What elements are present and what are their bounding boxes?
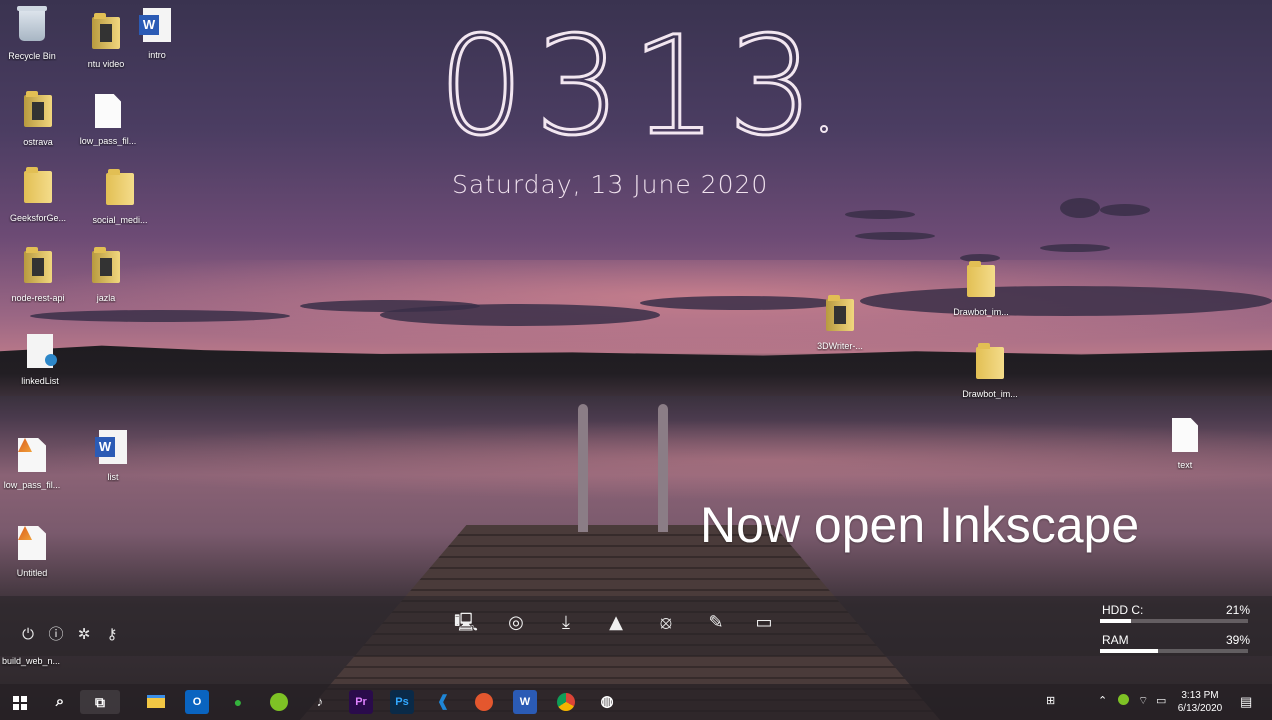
download-icon[interactable]: ⤓ <box>554 611 578 635</box>
search-icon[interactable]: ⌕ <box>48 690 72 714</box>
tray-app-icon[interactable] <box>1118 694 1129 710</box>
desktop-icon-low-pass-file[interactable]: low_pass_fil... <box>66 92 150 146</box>
task-view-icon[interactable]: ⧉ <box>80 690 120 714</box>
folder-icon <box>967 261 995 297</box>
camera-icon[interactable]: ⦻ <box>654 611 678 635</box>
cloud <box>860 286 1272 316</box>
notepad-icon[interactable]: ✎ <box>704 611 728 635</box>
text-file-icon <box>1172 418 1198 452</box>
chrome-icon[interactable]: ◎ <box>504 611 528 635</box>
media-app-icon[interactable]: ♪ <box>308 690 332 714</box>
clock-seconds-dot <box>820 125 828 133</box>
my-computer-icon[interactable]: 🖳 <box>454 611 478 635</box>
folder-icon <box>24 167 52 203</box>
cloud <box>855 232 935 240</box>
clock-date: Saturday, 13 June 2020 <box>452 170 769 199</box>
ram-stat: RAM 39% <box>1100 633 1252 663</box>
desktop-icon-3dwriter[interactable]: 3DWriter-... <box>798 295 882 351</box>
word-icon[interactable]: W <box>513 690 537 714</box>
outlook-icon[interactable]: O <box>185 690 209 714</box>
ram-value: 39% <box>1225 633 1250 647</box>
green-app-icon[interactable] <box>267 690 291 714</box>
desktop-icon-recycle-bin[interactable]: Recycle Bin <box>0 6 74 61</box>
hdd-value: 21% <box>1225 603 1250 617</box>
system-stats: HDD C: 21% RAM 39% <box>1100 603 1252 663</box>
cloud <box>1060 198 1100 218</box>
cloud <box>30 310 290 322</box>
notifications-icon[interactable]: ▤ <box>1240 694 1252 710</box>
desktop-icon-drawbot-1[interactable]: Drawbot_im... <box>939 261 1023 317</box>
input-method-icon[interactable]: ⊞ <box>1046 694 1055 710</box>
desktop-icon-drawbot-2[interactable]: Drawbot_im... <box>948 343 1032 399</box>
cloud <box>1100 204 1150 216</box>
cloud <box>1040 244 1110 252</box>
vlc-icon[interactable]: ▲ <box>604 611 628 635</box>
desktop-icon-text[interactable]: text <box>1143 416 1227 470</box>
desktop-icon-list[interactable]: W list <box>71 428 155 482</box>
pier-ladder-left <box>578 404 588 532</box>
photoshop-icon[interactable]: Ps <box>390 690 414 714</box>
hdd-bar-track <box>1100 619 1248 623</box>
taskbar-time: 3:13 PM <box>1181 690 1219 701</box>
folder-icon <box>92 247 120 283</box>
folder-icon <box>976 343 1004 379</box>
desktop-icon-low-pass-matlab[interactable]: low_pass_fil... <box>0 436 74 490</box>
system-clock[interactable]: 3:13 PM 6/13/2020 <box>1168 689 1232 715</box>
video-caption: Now open Inkscape <box>700 497 1140 553</box>
desktop-icon-geeksforgeeks[interactable]: GeeksforGe... <box>0 167 80 223</box>
folder-icon <box>24 91 52 127</box>
launcher-bar <box>0 596 1272 656</box>
clock-time: 0313 <box>437 8 825 166</box>
desktop-icon-linkedlist[interactable]: linkedList <box>0 332 82 386</box>
build-web-label[interactable]: build_web_n... <box>2 656 60 666</box>
word-document-icon: W <box>95 430 127 464</box>
hdd-stat: HDD C: 21% <box>1100 603 1252 633</box>
matlab-file-icon <box>18 526 46 560</box>
folder-icon <box>24 247 52 283</box>
recycle-bin-icon <box>17 6 47 41</box>
battery-icon[interactable]: ▭ <box>1156 694 1166 710</box>
obs-icon[interactable]: ◍ <box>595 690 619 714</box>
taskbar-date: 6/13/2020 <box>1177 703 1223 714</box>
matlab-file-icon <box>18 438 46 472</box>
cloud <box>380 304 660 326</box>
folder-icon <box>106 169 134 205</box>
word-document-icon: W <box>139 8 171 42</box>
network-icon[interactable]: ⌔ <box>1138 694 1148 710</box>
c-source-file-icon <box>27 334 57 368</box>
water-reflection <box>0 420 1272 500</box>
desktop-icon-untitled[interactable]: Untitled <box>0 524 74 578</box>
terminal-icon[interactable]: ▭ <box>752 611 776 635</box>
hdd-bar-fill <box>1100 619 1132 623</box>
vscode-icon[interactable]: ❰ <box>431 690 455 714</box>
wechat-icon[interactable]: ● <box>226 690 250 714</box>
settings-icon[interactable]: ✲ <box>75 625 93 643</box>
folder-icon <box>826 295 854 331</box>
ram-bar-track <box>1100 649 1248 653</box>
wrench-icon[interactable]: ⚷ <box>103 625 121 643</box>
chrome-taskbar-icon[interactable] <box>554 690 578 714</box>
swift-app-icon[interactable] <box>472 690 496 714</box>
desktop-icon-jazla[interactable]: jazla <box>64 247 148 303</box>
ram-label: RAM <box>1102 633 1129 647</box>
file-explorer-icon[interactable] <box>144 690 168 714</box>
windows-start-icon[interactable] <box>13 696 27 710</box>
premiere-icon[interactable]: Pr <box>349 690 373 714</box>
pier-ladder-right <box>658 404 668 532</box>
desktop-icon-social-media[interactable]: social_medi... <box>78 169 162 225</box>
ram-bar-fill <box>1100 649 1158 653</box>
blank-file-icon <box>95 94 121 128</box>
show-hidden-icons-chevron-icon[interactable]: ⌃ <box>1098 694 1107 710</box>
cloud <box>845 210 915 219</box>
hdd-label: HDD C: <box>1102 603 1144 617</box>
info-icon[interactable]: ⓘ <box>47 625 65 643</box>
desktop-icon-intro[interactable]: W intro <box>115 6 199 60</box>
power-icon[interactable]: ⏻ <box>19 625 37 643</box>
